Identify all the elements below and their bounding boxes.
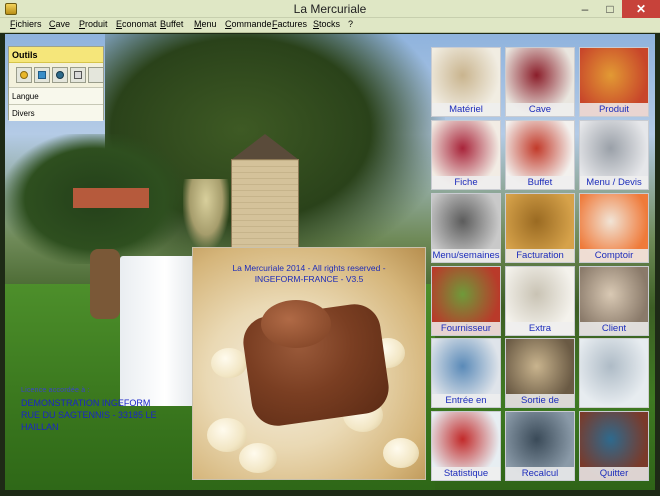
licence-info: Licence accordée à : DEMONSTRATION INGEF… <box>21 385 186 433</box>
licence-line: HAILLAN <box>21 422 59 432</box>
menu-bar: Fichiers Cave Produit Economat Buffet Me… <box>0 18 660 33</box>
tile-label: Entrée en <box>432 394 500 407</box>
chocolate-chip-graphic <box>383 438 419 468</box>
tile-fournisseur[interactable]: Fournisseur <box>431 266 501 336</box>
menu-menu[interactable]: Menu <box>194 19 217 29</box>
menu-buffet[interactable]: Buffet <box>160 19 183 29</box>
tile-menu-semaines[interactable]: Menu/semaines <box>431 193 501 263</box>
tools-panel: Outils Langue Divers <box>8 46 104 121</box>
tile-label: Menu/semaines <box>432 249 500 262</box>
licence-line: RUE DU SAGTENNIS - 33185 LE <box>21 410 157 420</box>
langue-row[interactable]: Langue <box>9 87 103 104</box>
tile-menu-devis[interactable]: Menu / Devis <box>579 120 649 190</box>
chocolate-chip-graphic <box>211 348 247 378</box>
tower-roof-graphic <box>231 134 299 160</box>
tile-buffet[interactable]: Buffet <box>505 120 575 190</box>
tile-recalcul[interactable]: Recalcul <box>505 411 575 481</box>
tile-label: Extra <box>506 322 574 335</box>
tile-extra[interactable]: Extra <box>505 266 575 336</box>
tile-fiche[interactable]: Fiche <box>431 120 501 190</box>
chocolate-chip-graphic <box>239 443 277 473</box>
tile-facturation[interactable]: Facturation <box>505 193 575 263</box>
tile-label: Matériel <box>432 103 500 116</box>
tile-sortie-de[interactable]: Sortie de <box>505 338 575 408</box>
title-bar: La Mercuriale – □ ✕ <box>0 0 660 18</box>
tile-image <box>580 339 648 407</box>
tile-materiel[interactable]: Matériel <box>431 47 501 117</box>
chocolate-heart-graphic <box>261 300 331 348</box>
window-title: La Mercuriale <box>293 2 367 16</box>
tools-header[interactable]: Outils <box>9 47 103 63</box>
tile-statistique[interactable]: Statistique <box>431 411 501 481</box>
close-button[interactable]: ✕ <box>622 0 660 18</box>
tile-label: Fournisseur <box>432 322 500 335</box>
minimize-button[interactable]: – <box>573 0 597 18</box>
menu-produit[interactable]: Produit <box>79 19 108 29</box>
licence-label: Licence accordée à : <box>21 387 90 394</box>
divers-row[interactable]: Divers <box>9 104 103 121</box>
tile-label: Menu / Devis <box>580 176 648 189</box>
coin-icon[interactable] <box>16 67 32 83</box>
splash-panel: La Mercuriale 2014 - All rights reserved… <box>192 247 426 480</box>
tile-client[interactable]: Client <box>579 266 649 336</box>
licence-line: DEMONSTRATION INGEFORM <box>21 398 151 408</box>
splash-version: INGEFORM-FRANCE - V3.5 <box>254 274 364 284</box>
chocolate-chip-graphic <box>207 418 247 452</box>
tile-entree-en[interactable]: Entrée en <box>431 338 501 408</box>
tile-label: Facturation <box>506 249 574 262</box>
blank-tool-icon[interactable] <box>88 67 104 83</box>
menu-factures[interactable]: Factures <box>272 19 307 29</box>
tile-produit[interactable]: Produit <box>579 47 649 117</box>
maximize-button[interactable]: □ <box>598 0 622 18</box>
tile-label: Cave <box>506 103 574 116</box>
tile-label: Comptoir <box>580 249 648 262</box>
tile-label: Produit <box>580 103 648 116</box>
tile-label: Client <box>580 322 648 335</box>
barrel-graphic <box>90 249 120 319</box>
tile-label: Buffet <box>506 176 574 189</box>
tile-comptoir[interactable]: Comptoir <box>579 193 649 263</box>
tile-blank <box>579 338 649 408</box>
menu-cave[interactable]: Cave <box>49 19 70 29</box>
tile-label: Sortie de <box>506 394 574 407</box>
tile-label: Fiche <box>432 176 500 189</box>
menu-fichiers[interactable]: Fichiers <box>10 19 42 29</box>
menu-stocks[interactable]: Stocks <box>313 19 340 29</box>
tile-cave[interactable]: Cave <box>505 47 575 117</box>
menu-economat[interactable]: Economat <box>116 19 157 29</box>
menu-commande[interactable]: Commande <box>225 19 272 29</box>
tile-label: Statistique <box>432 467 500 480</box>
menu-help[interactable]: ? <box>348 19 353 29</box>
splash-copyright: La Mercuriale 2014 - All rights reserved… <box>232 263 386 273</box>
house-roof-graphic <box>73 188 149 208</box>
user-icon[interactable] <box>52 67 68 83</box>
wheat-bouquet-graphic <box>183 179 229 249</box>
money-icon[interactable] <box>34 67 50 83</box>
calculator-icon[interactable] <box>70 67 86 83</box>
tile-quitter[interactable]: Quitter <box>579 411 649 481</box>
tile-label: Recalcul <box>506 467 574 480</box>
tile-label: Quitter <box>580 467 648 480</box>
